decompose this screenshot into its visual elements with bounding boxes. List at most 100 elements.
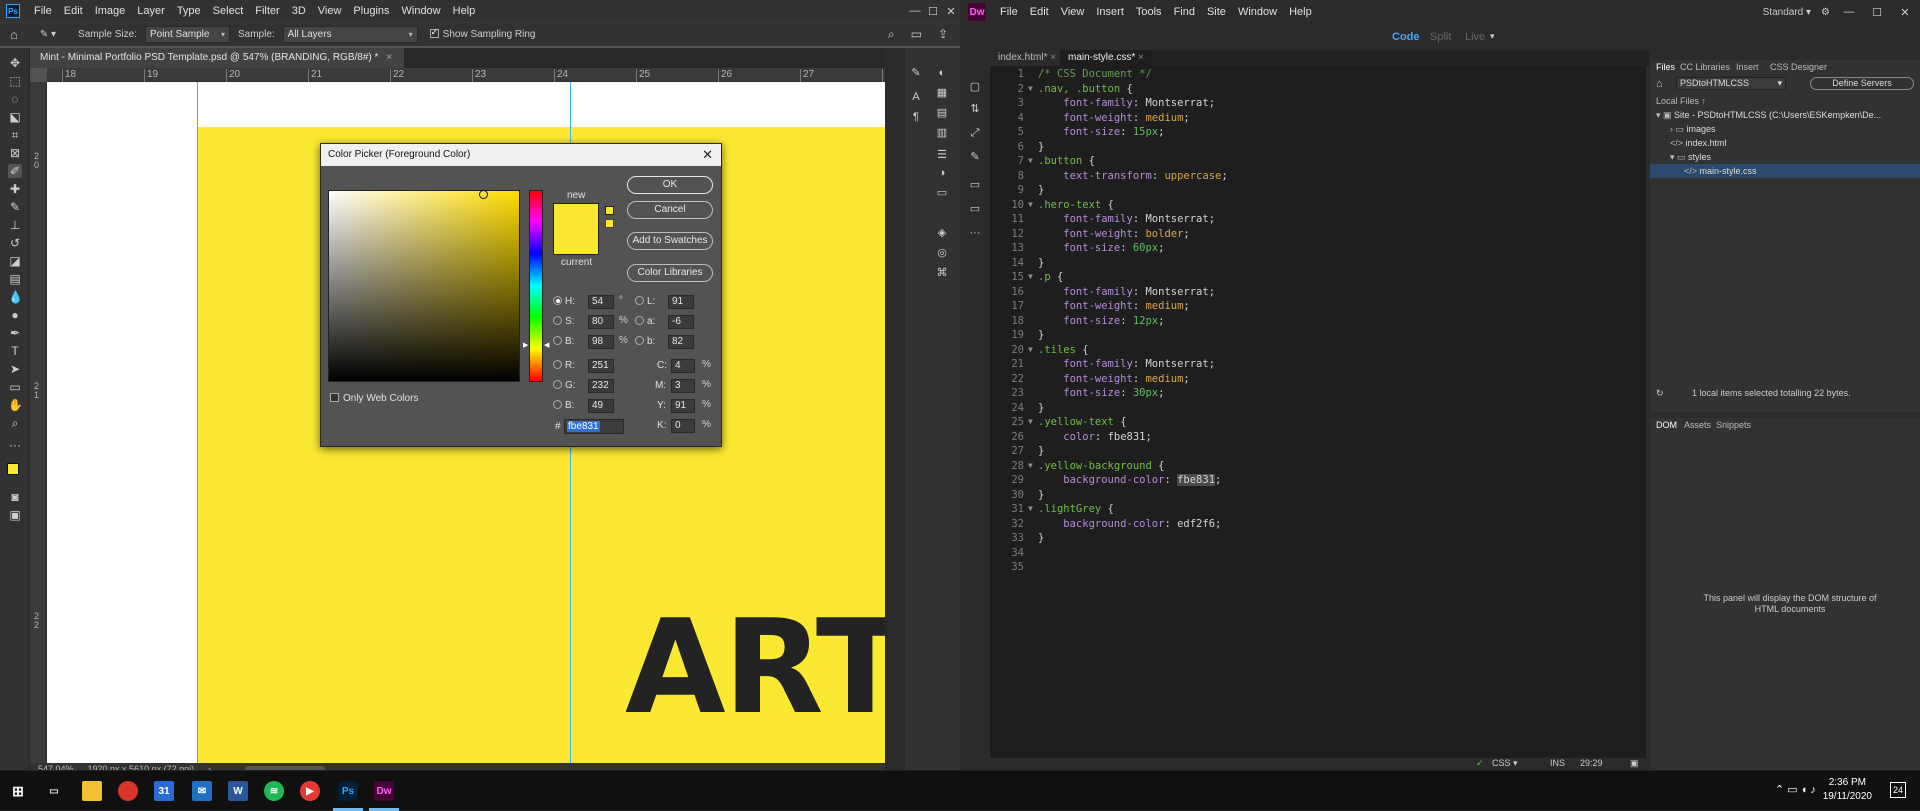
code-line[interactable]: .yellow-background { — [1038, 460, 1164, 472]
code-line[interactable]: } — [1038, 532, 1044, 544]
lab-b-input[interactable]: 82 — [668, 335, 694, 349]
lab-l-radio[interactable]: L: — [635, 295, 655, 309]
live-view-button[interactable]: Live — [1465, 31, 1485, 43]
maximize-icon[interactable]: ☐ — [1868, 6, 1886, 19]
insert-mode[interactable]: INS — [1550, 758, 1565, 768]
notifications-icon[interactable]: 24 — [1890, 782, 1906, 798]
fold-toggle-icon[interactable]: ▼ — [1028, 200, 1033, 209]
site-select[interactable]: PSDtoHTMLCSS ▾ — [1676, 77, 1786, 90]
panel-patterns-icon[interactable]: ▥ — [935, 126, 949, 140]
sample-size-select[interactable]: Point Sample ▾ — [144, 26, 230, 43]
gradient-tool-icon[interactable]: ▤ — [8, 272, 22, 286]
code-line[interactable]: font-weight: medium; — [1038, 300, 1189, 312]
menu-view[interactable]: View — [1055, 1, 1091, 23]
marquee-tool-icon[interactable]: ⬚ — [8, 74, 22, 88]
fold-toggle-icon[interactable]: ▼ — [1028, 345, 1033, 354]
menu-help[interactable]: Help — [447, 0, 482, 22]
yellow-input[interactable]: 91 — [671, 399, 695, 413]
code-line[interactable]: font-weight: medium; — [1038, 373, 1189, 385]
menu-plugins[interactable]: Plugins — [347, 0, 395, 22]
lasso-tool-icon[interactable]: ◌ — [8, 92, 22, 106]
hex-input[interactable]: fbe831 — [564, 419, 624, 434]
color-libraries-button[interactable]: Color Libraries — [627, 264, 713, 282]
fold-toggle-icon[interactable]: ▼ — [1028, 84, 1033, 93]
panel-layers-icon[interactable]: ◈ — [935, 226, 949, 240]
add-to-swatches-button[interactable]: Add to Swatches — [627, 232, 713, 250]
hue-slider-handle-icon[interactable]: ◀ — [544, 341, 549, 349]
minimize-icon[interactable]: — — [1840, 6, 1858, 18]
menu-type[interactable]: Type — [171, 0, 207, 22]
brightness-radio[interactable]: B: — [553, 335, 574, 349]
workspace-icon[interactable]: ▭ — [911, 27, 922, 42]
menu-layer[interactable]: Layer — [131, 0, 171, 22]
guide-line[interactable] — [197, 82, 198, 767]
healing-tool-icon[interactable]: ✚ — [8, 182, 22, 196]
only-web-colors-checkbox[interactable]: Only Web Colors — [330, 392, 418, 406]
eyedropper-icon[interactable]: ✎ ▾ — [40, 29, 56, 40]
language-select[interactable]: CSS ▾ — [1492, 758, 1518, 769]
panel-gradients-icon[interactable]: ▤ — [935, 106, 949, 120]
apply-comment-icon[interactable]: ▭ — [968, 178, 982, 192]
ok-button[interactable]: OK — [627, 176, 713, 194]
fold-toggle-icon[interactable]: ▼ — [1028, 272, 1033, 281]
code-line[interactable]: text-transform: uppercase; — [1038, 170, 1227, 182]
web-safe-cube-icon[interactable] — [605, 206, 614, 215]
window-size-icon[interactable]: ▣ — [1630, 758, 1639, 769]
code-line[interactable]: font-family: Montserrat; — [1038, 97, 1215, 109]
code-line[interactable]: } — [1038, 184, 1044, 196]
menu-view[interactable]: View — [312, 0, 348, 22]
lab-a-input[interactable]: -6 — [668, 315, 694, 329]
dodge-tool-icon[interactable]: ● — [8, 308, 22, 322]
saturation-brightness-field[interactable] — [328, 190, 520, 382]
cyan-input[interactable]: 4 — [671, 359, 695, 373]
more-tools-icon[interactable]: ··· — [968, 226, 982, 240]
local-files-header[interactable]: Local Files ↑ — [1656, 96, 1706, 106]
code-line[interactable]: font-family: Montserrat; — [1038, 358, 1215, 370]
maximize-icon[interactable]: ☐ — [924, 5, 942, 18]
saturation-input[interactable]: 80 — [588, 315, 614, 329]
type-tool-icon[interactable]: T — [8, 344, 22, 358]
lab-b-radio[interactable]: b: — [635, 335, 655, 349]
foreground-color-swatch[interactable] — [7, 463, 19, 475]
code-line[interactable]: color: fbe831; — [1038, 431, 1152, 443]
code-line[interactable]: } — [1038, 257, 1044, 269]
lab-a-radio[interactable]: a: — [635, 315, 655, 329]
blur-tool-icon[interactable]: 💧 — [8, 290, 23, 304]
move-tool-icon[interactable]: ✥ — [8, 56, 22, 70]
fold-toggle-icon[interactable]: ▼ — [1028, 417, 1033, 426]
history-brush-icon[interactable]: ↺ — [8, 236, 22, 250]
menu-insert[interactable]: Insert — [1090, 1, 1130, 23]
menu-window[interactable]: Window — [1232, 1, 1283, 23]
panel-properties-icon[interactable]: ☰ — [935, 148, 949, 162]
settings-icon[interactable]: ⚙ — [1821, 7, 1830, 18]
tab-assets[interactable]: Assets — [1684, 420, 1711, 430]
code-line[interactable]: font-weight: bolder; — [1038, 228, 1189, 240]
brightness-input[interactable]: 98 — [588, 335, 614, 349]
menu-3d[interactable]: 3D — [286, 0, 312, 22]
code-line[interactable]: .nav, .button { — [1038, 83, 1133, 95]
menu-site[interactable]: Site — [1201, 1, 1232, 23]
code-line[interactable]: .hero-text { — [1038, 199, 1114, 211]
code-line[interactable]: background-color: fbe831; — [1038, 474, 1221, 486]
windows-start-icon[interactable]: ⊞ — [8, 781, 28, 801]
panel-channels-icon[interactable]: ◎ — [935, 246, 949, 260]
hue-radio[interactable]: H: — [553, 295, 575, 309]
share-icon[interactable]: ⇪ — [938, 27, 948, 42]
red-radio[interactable]: R: — [553, 359, 575, 373]
code-line[interactable]: font-size: 12px; — [1038, 315, 1164, 327]
panel-libraries-icon[interactable]: ▭ — [935, 186, 949, 200]
brush-tool-icon[interactable]: ✎ — [8, 200, 22, 214]
code-line[interactable]: } — [1038, 141, 1044, 153]
code-line[interactable]: /* CSS Document */ — [1038, 68, 1152, 80]
code-line[interactable]: .yellow-text { — [1038, 416, 1127, 428]
black-input[interactable]: 0 — [671, 419, 695, 433]
view-dropdown-icon[interactable]: ▾ — [1490, 31, 1495, 42]
minimize-icon[interactable]: — — [906, 5, 924, 18]
stamp-tool-icon[interactable]: ⊥ — [8, 218, 22, 232]
sample-select[interactable]: All Layers ▾ — [282, 26, 418, 43]
hand-tool-icon[interactable]: ✋ — [8, 398, 23, 412]
panel-swatches-icon[interactable]: ▦ — [935, 86, 949, 100]
panel-character-icon[interactable]: A — [909, 90, 923, 104]
home-icon[interactable]: ⌂ — [10, 27, 18, 42]
green-radio[interactable]: G: — [553, 379, 576, 393]
